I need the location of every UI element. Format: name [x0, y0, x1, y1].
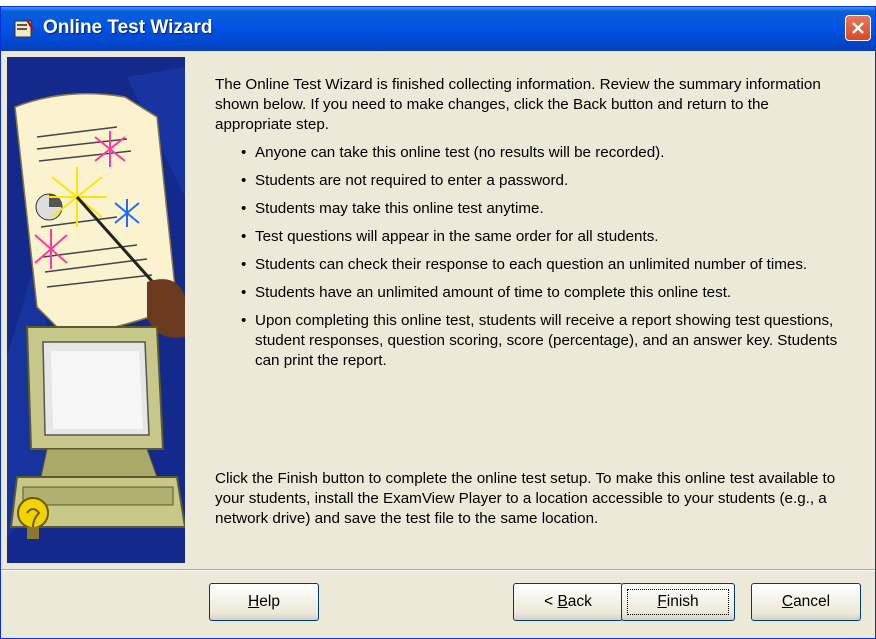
cancel-button[interactable]: Cancel [751, 583, 861, 621]
close-button[interactable] [845, 15, 871, 41]
summary-content: The Online Test Wizard is finished colle… [215, 75, 845, 379]
wizard-illustration [7, 57, 185, 563]
summary-item: • Students may take this online test anyt… [241, 200, 544, 217]
wizard-app-icon [14, 19, 34, 38]
bullet-icon: • [241, 172, 247, 189]
finish-button[interactable]: Finish [621, 583, 735, 621]
back-button[interactable]: < Back [513, 583, 623, 621]
focus-rectangle [627, 589, 729, 615]
summary-item: • Test questions will appear in the same … [241, 228, 659, 245]
summary-list: • Anyone can take this online test (no re… [215, 143, 845, 371]
bullet-icon: • [241, 200, 247, 217]
bullet-icon: • [241, 228, 247, 245]
window-title: Online Test Wizard [43, 17, 213, 38]
button-separator-highlight [1, 570, 875, 571]
help-button[interactable]: Help [209, 583, 319, 621]
bullet-icon: • [241, 284, 247, 301]
test-paper-computer-illustration [7, 57, 185, 563]
summary-item: • Upon completing this online test, stude… [241, 312, 838, 369]
bullet-icon: • [241, 256, 247, 273]
closing-text: Click the Finish button to complete the … [215, 470, 836, 527]
bullet-icon: • [241, 144, 247, 161]
wizard-window: Online Test Wizard The Online Test Wizar… [0, 6, 876, 639]
close-icon [852, 22, 864, 34]
summary-item: • Students can check their response to ea… [241, 256, 808, 273]
title-bar[interactable]: Online Test Wizard [1, 7, 875, 51]
summary-item: • Anyone can take this online test (no re… [241, 144, 665, 161]
bullet-icon: • [241, 312, 247, 329]
summary-item: • Students are not required to enter a pa… [241, 172, 569, 189]
intro-text: The Online Test Wizard is finished colle… [215, 76, 821, 133]
summary-item: • Students have an unlimited amount of ti… [241, 284, 732, 301]
